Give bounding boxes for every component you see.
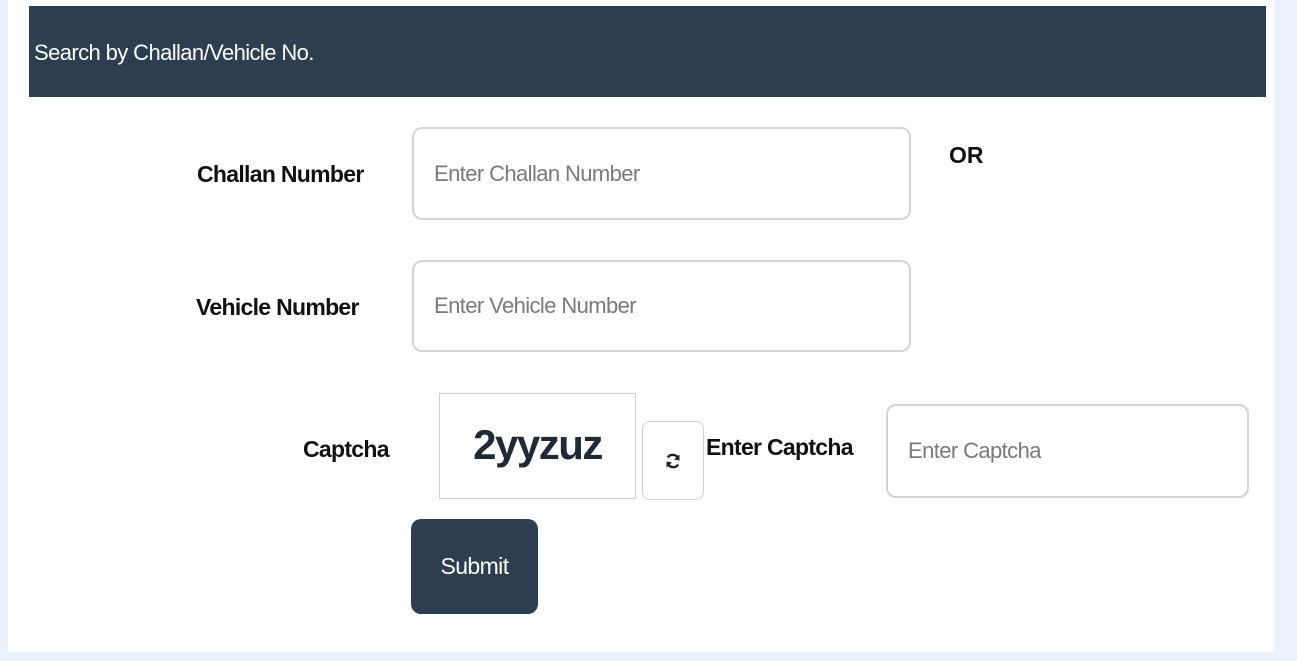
- refresh-captcha-button[interactable]: [642, 421, 704, 500]
- captcha-label: Captcha: [303, 436, 390, 462]
- challan-number-input[interactable]: [412, 127, 911, 220]
- panel-header: Search by Challan/Vehicle No.: [29, 6, 1266, 97]
- enter-captcha-input[interactable]: [886, 404, 1249, 498]
- or-separator: OR: [949, 142, 984, 168]
- captcha-image: 2yyzuz: [439, 393, 636, 499]
- vehicle-number-label: Vehicle Number: [196, 294, 359, 320]
- page-background-strip: [0, 652, 1297, 661]
- captcha-text: 2yyzuz: [473, 421, 603, 468]
- submit-button[interactable]: Submit: [411, 519, 538, 614]
- vehicle-number-input[interactable]: [412, 260, 911, 352]
- panel-title: Search by Challan/Vehicle No.: [34, 40, 314, 65]
- challan-number-label: Challan Number: [197, 161, 364, 187]
- enter-captcha-label: Enter Captcha: [706, 434, 854, 460]
- refresh-icon: [663, 451, 683, 471]
